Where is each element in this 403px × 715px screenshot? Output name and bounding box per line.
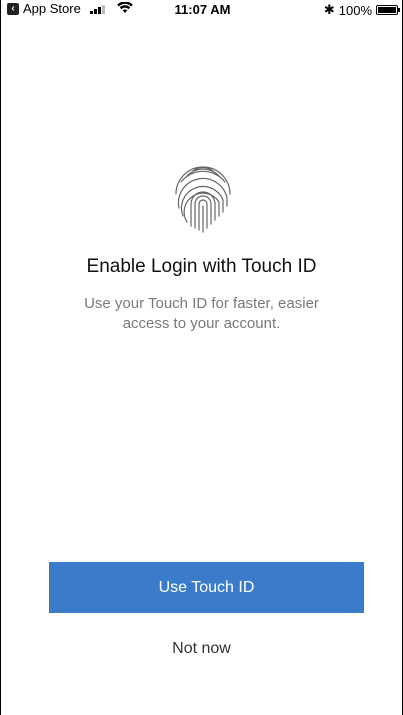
bluetooth-icon: ✱ [323,2,335,17]
not-now-button[interactable]: Not now [1,640,402,658]
page-subtitle: Use your Touch ID for faster, easier acc… [84,295,319,332]
touch-id-screen: ‹ App Store 11:07 AM ✱ 100% Enable Login… [0,0,403,715]
battery-icon [376,5,400,15]
status-bar: ‹ App Store 11:07 AM ✱ 100% [1,0,403,20]
page-title: Enable Login with Touch ID [86,256,317,277]
use-touch-id-button[interactable]: Use Touch ID [49,562,364,613]
fingerprint-icon [175,166,231,233]
battery-percent: 100% [338,2,372,18]
status-right: ✱ 100% [323,2,400,18]
